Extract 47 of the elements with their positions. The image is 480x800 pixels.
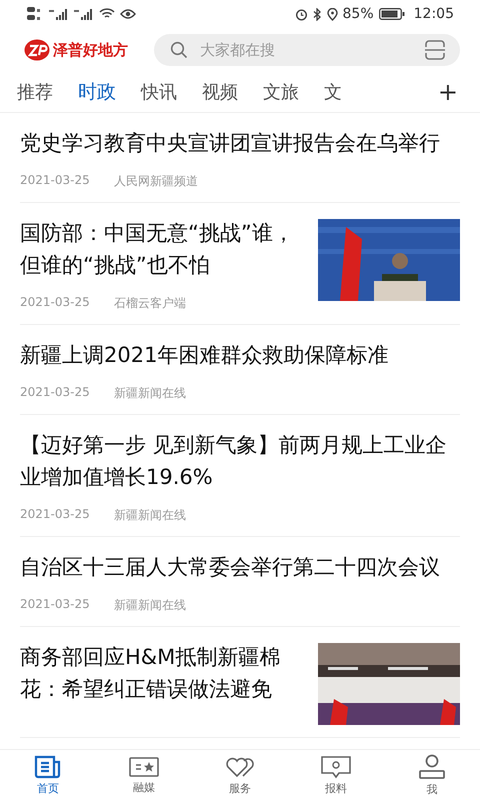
article-source: 石榴云客户端	[114, 295, 186, 312]
article-title[interactable]: 党史学习教育中央宣讲团宣讲报告会在乌举行	[20, 127, 460, 159]
eye-icon	[120, 8, 136, 20]
battery-icon	[378, 8, 405, 20]
signal-icon	[74, 8, 94, 20]
article-source: 新疆新闻在线	[114, 507, 186, 524]
search-icon	[170, 41, 188, 59]
article-title[interactable]: 【迈好第一步 见到新气象】前两月规上工业企业增加值增长19.6%	[20, 429, 460, 493]
category-tab[interactable]: 文	[324, 80, 342, 104]
category-tab[interactable]: 时政	[78, 79, 116, 105]
nav-item[interactable]: 首页	[0, 750, 96, 800]
search-field[interactable]: 大家都在搜	[198, 40, 414, 60]
article-source: 人民网新疆频道	[114, 173, 198, 190]
alarm-icon	[294, 8, 308, 20]
category-tab[interactable]: 推荐	[17, 80, 53, 104]
article-source: 新疆新闻在线	[114, 385, 186, 402]
bluetooth-icon	[312, 8, 322, 20]
article-title[interactable]: 新疆上调2021年困难群众救助保障标准	[20, 339, 460, 371]
media-card-icon	[129, 756, 159, 778]
nav-item[interactable]: 融媒	[96, 750, 192, 800]
wifi-icon	[99, 8, 115, 20]
category-tab[interactable]: 文旅	[263, 80, 299, 104]
battery-percent: 85%	[342, 6, 374, 22]
scan-icon[interactable]	[424, 40, 446, 60]
nav-item[interactable]: 服务	[192, 750, 288, 800]
article-source: 新疆新闻在线	[114, 597, 186, 614]
nav-item[interactable]: 我	[384, 750, 480, 800]
category-tab[interactable]: 快讯	[141, 80, 177, 104]
logo-icon	[24, 39, 50, 61]
article-date: 2021-03-25	[20, 507, 90, 523]
news-icon	[34, 754, 62, 778]
chat-icon	[321, 754, 351, 778]
category-tab[interactable]: 视频	[202, 80, 238, 104]
location-icon	[326, 8, 338, 20]
article-date: 2021-03-25	[20, 597, 90, 613]
article-date: 2021-03-25	[20, 173, 90, 189]
app-name: 泽普好地方	[53, 40, 128, 60]
article-title[interactable]: 国防部：中国无意“挑战”谁，但谁的“挑战”也不怕	[20, 217, 300, 281]
article-date: 2021-03-25	[20, 385, 90, 401]
article-title[interactable]: 自治区十三届人大常委会举行第二十四次会议	[20, 551, 460, 583]
clock-time: 12:05	[414, 6, 454, 22]
article-title[interactable]: 商务部回应H&M抵制新疆棉花：希望纠正错误做法避免	[20, 641, 300, 705]
user-icon	[418, 754, 446, 780]
search-bar[interactable]: 大家都在搜	[154, 34, 460, 66]
nav-item[interactable]: 报料	[288, 750, 384, 800]
signal-icon	[49, 8, 69, 20]
article-date: 2021-03-25	[20, 295, 90, 311]
